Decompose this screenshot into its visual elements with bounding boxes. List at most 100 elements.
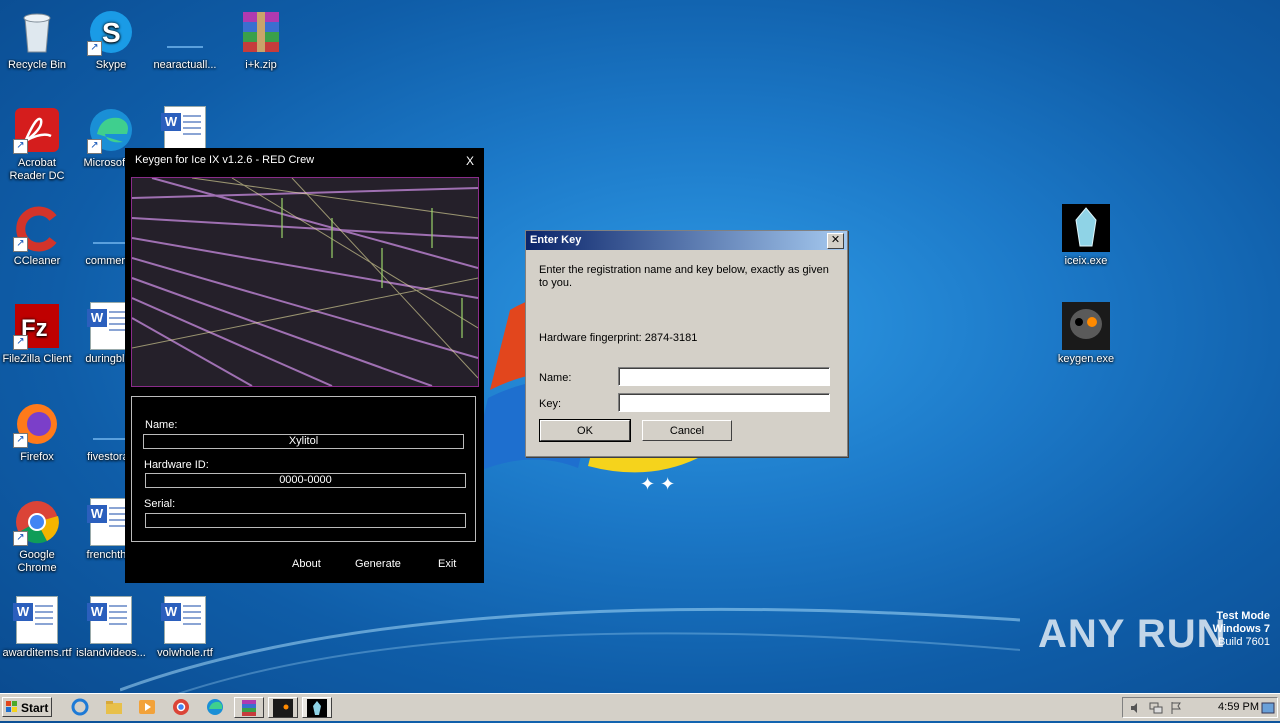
desktop-icon-keygen[interactable]: keygen.exe xyxy=(1049,302,1123,366)
key-input[interactable] xyxy=(618,393,830,412)
internet-explorer-icon[interactable] xyxy=(70,698,90,716)
crystal-icon xyxy=(307,699,327,717)
shortcut-arrow-icon: ↗ xyxy=(87,139,102,154)
desktop-icon-firefox[interactable]: ↗ Firefox xyxy=(0,400,74,464)
name-input[interactable] xyxy=(618,367,830,386)
skype-icon: S ↗ xyxy=(87,8,135,56)
start-button[interactable]: Start xyxy=(2,697,52,717)
svg-text:✦ ✦: ✦ ✦ xyxy=(640,474,675,494)
keygen-name-field[interactable]: Xylitol xyxy=(143,434,464,449)
desktop-icon-nearactuall[interactable]: nearactuall... xyxy=(148,8,222,72)
crystal-icon xyxy=(1062,204,1110,252)
keygen-hwid-field[interactable]: 0000-0000 xyxy=(145,473,466,488)
anyrun-watermark: ANY RUN xyxy=(1038,612,1227,656)
keygen-window: Keygen for Ice IX v1.2.6 - RED Crew X Na… xyxy=(125,148,484,583)
desktop-icon-recycle-bin[interactable]: Recycle Bin xyxy=(0,8,74,72)
action-center-flag-icon[interactable] xyxy=(1169,701,1183,715)
ccleaner-icon: ↗ xyxy=(13,204,61,252)
start-label: Start xyxy=(21,701,49,715)
icon-label: volwhole.rtf xyxy=(157,647,213,659)
generate-button[interactable]: Generate xyxy=(355,558,401,570)
desktop-icon-acrobat[interactable]: ↗ Acrobat Reader DC xyxy=(0,106,74,183)
winrar-icon xyxy=(242,700,256,716)
shortcut-arrow-icon: ↗ xyxy=(13,531,28,546)
desktop-icon-zip[interactable]: i+k.zip xyxy=(224,8,298,72)
desktop-icon-iceix[interactable]: iceix.exe xyxy=(1049,204,1123,268)
icon-label: islandvideos... xyxy=(76,647,146,659)
keygen-name-label: Name: xyxy=(145,419,178,431)
media-player-icon[interactable] xyxy=(137,698,157,716)
cancel-button[interactable]: Cancel xyxy=(642,420,732,441)
word-document-icon: W xyxy=(161,106,209,154)
word-document-icon: W xyxy=(87,596,135,644)
keygen-close-button[interactable]: X xyxy=(466,154,474,168)
close-icon[interactable]: ✕ xyxy=(827,233,844,249)
icon-label: nearactuall... xyxy=(153,59,217,71)
desktop-icon-chrome[interactable]: ↗ Google Chrome xyxy=(0,498,74,575)
winrar-archive-icon xyxy=(237,8,285,56)
watermark-line2: Windows 7 xyxy=(1212,623,1270,635)
desktop-icon-skype[interactable]: S ↗ Skype xyxy=(74,8,148,72)
chrome-icon[interactable] xyxy=(171,698,191,716)
test-mode-watermark: Test Mode Windows 7 Build 7601 xyxy=(1213,610,1270,649)
keygen-hwid-label: Hardware ID: xyxy=(144,459,209,471)
desktop-icon-islandvideos[interactable]: W islandvideos... xyxy=(74,596,148,660)
windows-flag-icon xyxy=(6,701,17,712)
icon-label: Acrobat Reader DC xyxy=(9,157,65,182)
shortcut-arrow-icon: ↗ xyxy=(13,433,28,448)
system-tray: 4:59 PM xyxy=(1122,697,1278,718)
keygen-serial-label: Serial: xyxy=(144,498,176,510)
taskbar-iceix[interactable] xyxy=(302,697,332,718)
folder-icon[interactable] xyxy=(104,698,124,716)
desktop-icon-filezilla[interactable]: Fz ↗ FileZilla Client xyxy=(0,302,74,366)
icon-label: Firefox xyxy=(20,451,54,463)
exit-button[interactable]: Exit xyxy=(438,558,456,570)
edge-icon: ↗ xyxy=(87,106,135,154)
icon-label: Skype xyxy=(95,59,127,71)
shortcut-arrow-icon: ↗ xyxy=(87,41,102,56)
firefox-icon: ↗ xyxy=(13,400,61,448)
file-icon xyxy=(161,8,209,56)
keygen-serial-field[interactable] xyxy=(145,513,466,528)
keygen-title: Keygen for Ice IX v1.2.6 - RED Crew xyxy=(135,154,315,166)
icon-label: CCleaner xyxy=(13,255,61,267)
taskbar: Start 4:59 PM xyxy=(0,693,1280,721)
enter-key-dialog: Enter Key ✕ Enter the registration name … xyxy=(525,230,848,457)
name-label: Name: xyxy=(539,372,572,384)
recycle-bin-icon xyxy=(13,8,61,56)
chrome-icon: ↗ xyxy=(13,498,61,546)
dialog-title-bar: Enter Key ✕ xyxy=(526,231,847,250)
watermark-line3: Build 7601 xyxy=(1218,636,1270,648)
key-label: Key: xyxy=(539,398,562,410)
watermark-line1: Test Mode xyxy=(1216,610,1270,622)
network-icon[interactable] xyxy=(1149,701,1163,715)
ok-button[interactable]: OK xyxy=(539,419,631,442)
volume-icon[interactable] xyxy=(1129,701,1143,715)
show-desktop-icon[interactable] xyxy=(1261,702,1275,714)
skull-icon xyxy=(1062,302,1110,350)
clock[interactable]: 4:59 PM xyxy=(1218,698,1259,717)
hardware-fingerprint: Hardware fingerprint: 2874-3181 xyxy=(539,332,698,344)
edge-icon[interactable] xyxy=(205,698,225,716)
taskbar-keygen[interactable] xyxy=(268,697,298,718)
acrobat-icon: ↗ xyxy=(13,106,61,154)
word-document-icon: W xyxy=(13,596,61,644)
icon-label: Recycle Bin xyxy=(7,59,67,71)
icon-label: FileZilla Client xyxy=(2,353,72,365)
desktop-icon-volwhole[interactable]: W volwhole.rtf xyxy=(148,596,222,660)
icon-label: i+k.zip xyxy=(245,59,277,71)
keygen-animation xyxy=(131,177,479,387)
dialog-title: Enter Key xyxy=(530,234,582,246)
shortcut-arrow-icon: ↗ xyxy=(13,335,28,350)
icon-label: Google Chrome xyxy=(17,549,57,574)
desktop-icon-ccleaner[interactable]: ↗ CCleaner xyxy=(0,204,74,268)
dialog-instruction: Enter the registration name and key belo… xyxy=(539,264,829,289)
shortcut-arrow-icon: ↗ xyxy=(13,139,28,154)
desktop-icon-awarditems[interactable]: W awarditems.rtf xyxy=(0,596,74,660)
filezilla-icon: Fz ↗ xyxy=(13,302,61,350)
icon-label: awarditems.rtf xyxy=(2,647,72,659)
about-button[interactable]: About xyxy=(292,558,321,570)
keygen-fields-panel: Name: Xylitol Hardware ID: 0000-0000 Ser… xyxy=(131,396,476,542)
skull-icon xyxy=(273,699,293,717)
taskbar-winrar[interactable] xyxy=(234,697,264,718)
